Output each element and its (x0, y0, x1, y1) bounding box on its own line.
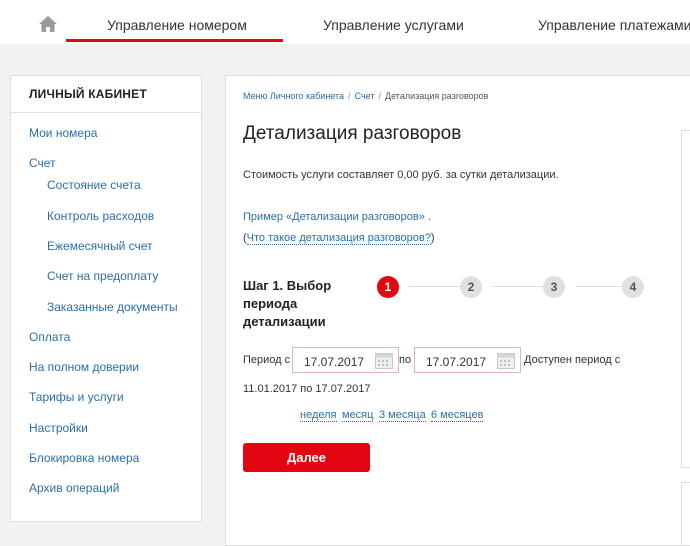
cost-text: Стоимость услуги составляет 0,00 руб. за… (243, 169, 559, 181)
period-to-label: по (399, 354, 412, 366)
period-from-label: Период с (243, 354, 291, 366)
sidebar-item-ordered-docs[interactable]: Заказанные документы (47, 300, 178, 314)
top-navigation: Управление номером Управление услугами У… (0, 0, 690, 44)
quick-3months-link[interactable]: 3 месяца (379, 409, 426, 422)
main-content: Меню Личного кабинета / Счет / Детализация р… (225, 75, 690, 546)
quick-6months-link[interactable]: 6 месяцев (431, 409, 484, 422)
whatis-row: (Что такое детализация разговоров?) (243, 232, 435, 245)
sidebar-divider (11, 112, 201, 113)
breadcrumb-current: Детализация разговоров (385, 91, 489, 101)
sidebar-item-monthly-bill[interactable]: Ежемесячный счет (47, 239, 153, 253)
step-connector (409, 286, 467, 287)
step-2: 2 (460, 276, 482, 298)
sidebar-item-block-number[interactable]: Блокировка номера (29, 451, 139, 465)
whatis-link[interactable]: Что такое детализация разговоров? (246, 232, 431, 245)
sidebar-item-tariffs[interactable]: Тарифы и услуги (29, 390, 124, 404)
right-panel-edge (681, 130, 690, 468)
sidebar-item-prepay-bill[interactable]: Счет на предоплату (47, 269, 158, 283)
page-title: Детализация разговоров (243, 123, 462, 144)
available-period-label: Доступен период с (524, 354, 621, 366)
next-button[interactable]: Далее (243, 443, 370, 472)
sidebar-item-expense-control[interactable]: Контроль расходов (47, 209, 154, 223)
sidebar-item-operations-archive[interactable]: Архив операций (29, 481, 119, 495)
active-tab-indicator (66, 39, 283, 42)
sidebar-title: ЛИЧНЫЙ КАБИНЕТ (29, 87, 147, 101)
right-panel-edge (681, 482, 690, 546)
sidebar: ЛИЧНЫЙ КАБИНЕТ Мои номера Счет Состояние… (10, 75, 202, 522)
step-connector (576, 286, 624, 287)
step-4: 4 (622, 276, 644, 298)
date-to-field[interactable]: 17.07.2017 (414, 347, 521, 373)
sidebar-item-settings[interactable]: Настройки (29, 421, 88, 435)
nav-manage-services[interactable]: Управление услугами (323, 17, 464, 33)
date-to-value: 17.07.2017 (426, 355, 487, 369)
nav-manage-number[interactable]: Управление номером (107, 17, 247, 33)
breadcrumb-menu[interactable]: Меню Личного кабинета (243, 91, 344, 101)
sidebar-item-payment[interactable]: Оплата (29, 330, 70, 344)
quick-month-link[interactable]: месяц (342, 409, 374, 422)
breadcrumb: Меню Личного кабинета / Счет / Детализация р… (243, 91, 489, 101)
quick-week-link[interactable]: неделя (300, 409, 337, 422)
sidebar-item-full-trust[interactable]: На полном доверии (29, 360, 139, 374)
breadcrumb-account[interactable]: Счет (355, 91, 375, 101)
date-from-field[interactable]: 17.07.2017 (292, 347, 399, 373)
sidebar-item-my-numbers[interactable]: Мои номера (29, 126, 97, 140)
step-1: 1 (377, 276, 399, 298)
calendar-icon[interactable] (375, 352, 393, 369)
date-from-value: 17.07.2017 (304, 355, 365, 369)
whatis-close-paren: ) (430, 232, 435, 244)
sidebar-item-account[interactable]: Счет (29, 156, 56, 170)
step-3: 3 (543, 276, 565, 298)
home-icon[interactable] (38, 15, 58, 33)
sidebar-item-account-status[interactable]: Состояние счета (47, 178, 141, 192)
calendar-icon[interactable] (497, 352, 515, 369)
nav-manage-payments[interactable]: Управление платежами (538, 17, 690, 33)
available-period-range: 11.01.2017 по 17.07.2017 (243, 383, 371, 395)
step-label: Шаг 1. Выбор периода детализации (243, 278, 332, 329)
example-link[interactable]: Пример «Детализации разговоров» . (243, 211, 431, 223)
